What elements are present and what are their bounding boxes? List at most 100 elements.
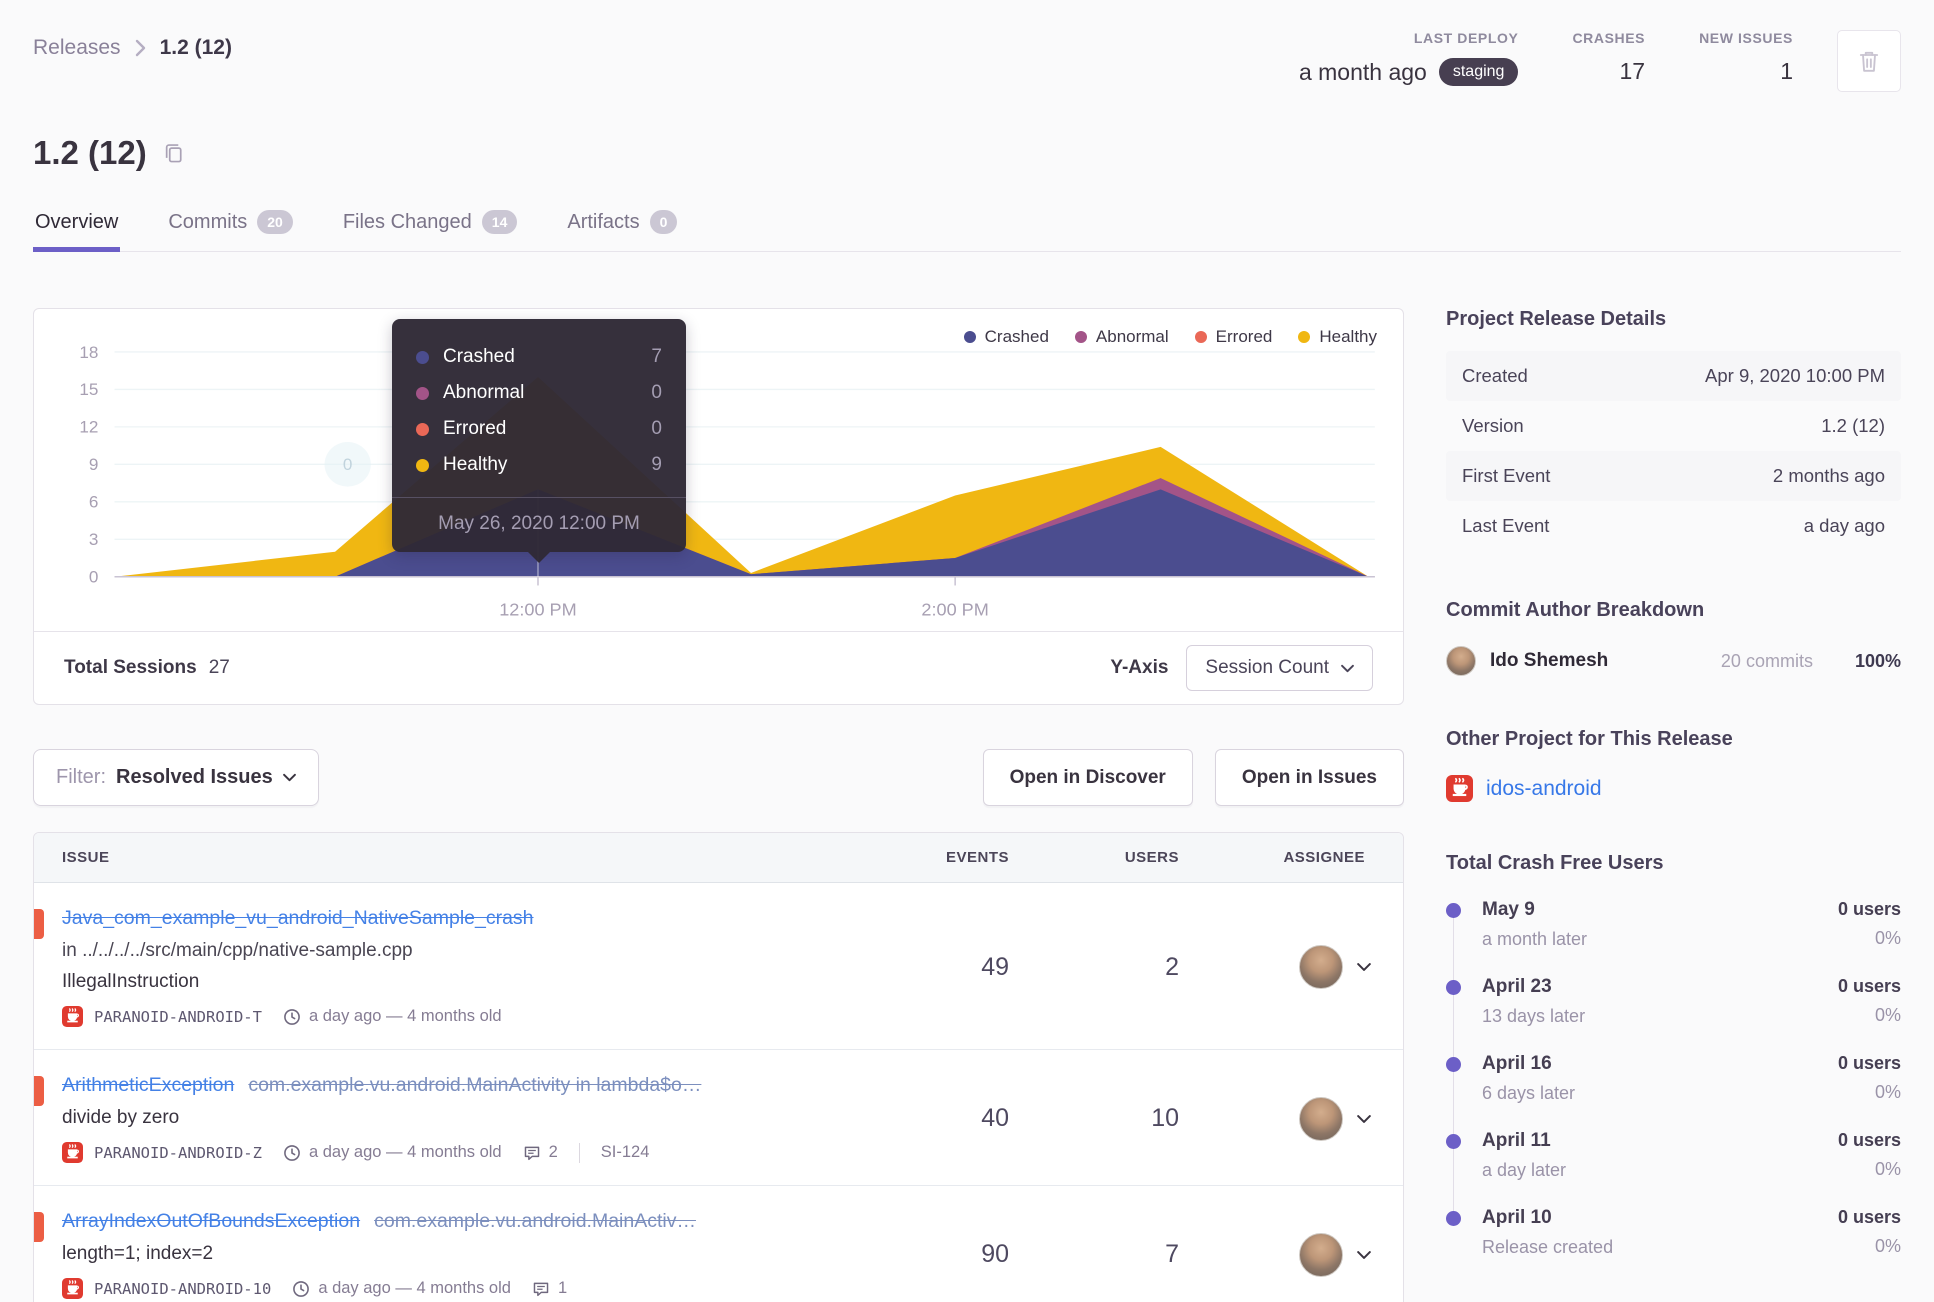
svg-text:3: 3 [89,530,99,549]
timeline-date: April 16 [1482,1053,1552,1074]
title-row: 1.2 (12) [33,134,1901,172]
chart-footer: Total Sessions 27 Y-Axis Session Count [34,631,1403,704]
comments-count: 2 [548,1143,558,1161]
issues-toolbar: Filter: Resolved Issues Open in Discover… [33,749,1404,806]
assignee-cell [1205,1096,1375,1141]
tab-label: Files Changed [342,210,472,233]
column-issue: ISSUE [62,849,110,866]
events-count: 40 [981,1104,1009,1132]
issue-cell: ArithmeticException com.example.vu.androi… [62,1074,860,1163]
other-project-link[interactable]: idos-android [1486,777,1602,801]
breadcrumb-releases-link[interactable]: Releases [33,36,121,60]
yaxis-select[interactable]: Session Count [1186,645,1373,691]
svg-text:0: 0 [89,568,99,587]
users-count: 10 [1151,1104,1179,1132]
tab-overview[interactable]: Overview [33,198,121,252]
comments-count: 1 [557,1279,568,1297]
timeline-date: May 9 [1482,899,1535,920]
abnormal-dot-icon [416,386,429,400]
chart-legend: Crashed Abnormal Errored Healthy [963,327,1377,347]
tab-label: Overview [35,210,119,233]
filter-dropdown[interactable]: Filter: Resolved Issues [33,749,319,806]
open-in-discover-button[interactable]: Open in Discover [982,749,1193,806]
issue-title-link[interactable]: ArithmeticException [62,1074,234,1096]
tab-artifacts[interactable]: Artifacts 0 [565,198,679,251]
assignee-avatar[interactable] [1299,1096,1343,1141]
tooltip-timestamp: May 26, 2020 12:00 PM [392,497,686,552]
tab-label: Commits [168,210,248,233]
copy-version-button[interactable] [163,142,185,164]
clock-icon [283,1144,301,1162]
legend-label: Errored [1215,327,1273,346]
timeline-sublabel: 13 days later [1482,1006,1586,1026]
detail-row-created: Created Apr 9, 2020 10:00 PM [1446,351,1901,401]
release-stats: LAST DEPLOY a month ago staging CRASHES … [1299,30,1901,92]
svg-text:9: 9 [89,455,99,474]
timeline-dot-icon [1446,980,1461,995]
issue-title-link[interactable]: ArrayIndexOutOfBoundsException [62,1210,360,1232]
timeline-item: April 23 13 days later 0 users 0% [1446,976,1901,1059]
tab-files-changed[interactable]: Files Changed 14 [341,198,520,251]
sessions-chart[interactable]: 0 3 6 9 12 15 18 0 12:00 PM 2:00 PM Crashed Abnor… [34,309,1403,631]
stacked-area-chart: 0 3 6 9 12 15 18 0 12:00 PM 2:00 PM [79,343,1375,619]
java-project-icon [1446,775,1473,802]
assignee-avatar[interactable] [1299,1232,1343,1277]
stat-label: CRASHES [1572,30,1646,46]
author-commit-count: 20 commits [1720,650,1813,671]
top-bar: Releases 1.2 (12) LAST DEPLOY a month ag… [33,0,1901,92]
users-count: 2 [1165,952,1179,981]
release-tabs: Overview Commits 20 Files Changed 14 Art… [33,198,1901,252]
chevron-down-icon[interactable] [1357,1250,1371,1260]
project-slug[interactable]: PARANOID-ANDROID-Z [94,1144,262,1162]
legend-item-healthy: Healthy [1298,327,1377,347]
issue-cell: ArrayIndexOutOfBoundsException com.exampl… [62,1210,860,1299]
detail-label: Version [1462,415,1524,436]
assignee-avatar[interactable] [1299,945,1343,989]
events-count: 49 [981,952,1009,981]
timeline-users: 0 users [1837,899,1901,919]
events-count: 90 [981,1240,1009,1268]
issue-title-link[interactable]: Java_com_example_vu_android_NativeSample… [62,907,534,929]
timeline-date: April 10 [1482,1207,1552,1228]
timeline-item: April 16 6 days later 0 users 0% [1446,1053,1901,1136]
chevron-down-icon[interactable] [1357,1114,1371,1124]
issue-message: IllegalInstruction [62,971,200,992]
tooltip-label: Errored [443,418,507,439]
open-in-issues-button[interactable]: Open in Issues [1214,749,1404,806]
legend-label: Abnormal [1095,327,1169,346]
timeline-dot-icon [1446,903,1461,918]
tooltip-value: 7 [651,346,662,367]
other-project-section: Other Project for This Release idos-andr… [1446,728,1901,802]
total-crash-free-users: Total Crash Free Users May 9 a month lat… [1446,852,1901,1284]
issue-culprit: com.example.vu.android.MainActiv… [374,1210,696,1232]
issues-table: ISSUE EVENTS USERS ASSIGNEE Java_com_exa… [33,832,1404,1302]
timeline-sublabel: a day later [1482,1160,1567,1180]
legend-item-abnormal: Abnormal [1074,327,1169,347]
detail-row-first-event: First Event 2 months ago [1446,451,1901,501]
timeline-percent: 0% [1874,1005,1901,1025]
java-project-icon [62,1278,83,1299]
chevron-down-icon[interactable] [1357,962,1371,972]
clock-icon [283,1008,301,1026]
svg-text:15: 15 [79,381,98,400]
svg-text:0: 0 [343,455,353,474]
tab-commits[interactable]: Commits 20 [166,198,294,251]
chevron-down-icon [282,773,296,782]
project-slug[interactable]: PARANOID-ANDROID-10 [94,1280,271,1298]
unhandled-indicator [34,1212,44,1242]
other-project-row: idos-android [1446,775,1901,802]
timeline-sublabel: 6 days later [1482,1083,1576,1103]
crash-free-timeline: May 9 a month later 0 users 0% April 23 … [1446,899,1901,1284]
detail-value: Apr 9, 2020 10:00 PM [1705,365,1885,386]
chevron-right-icon [135,39,146,57]
issue-message: divide by zero [62,1107,180,1128]
author-name: Ido Shemesh [1490,650,1609,671]
delete-release-button[interactable] [1837,30,1901,92]
detail-value: 2 months ago [1772,465,1885,486]
unhandled-indicator [34,1076,44,1106]
tooltip-row-healthy: Healthy 9 [416,447,662,483]
page-title: 1.2 (12) [33,134,147,171]
commit-author-breakdown: Commit Author Breakdown Ido Shemesh 20 c… [1446,599,1901,676]
filter-label: Filter: [56,766,106,788]
project-slug[interactable]: PARANOID-ANDROID-T [94,1008,262,1026]
